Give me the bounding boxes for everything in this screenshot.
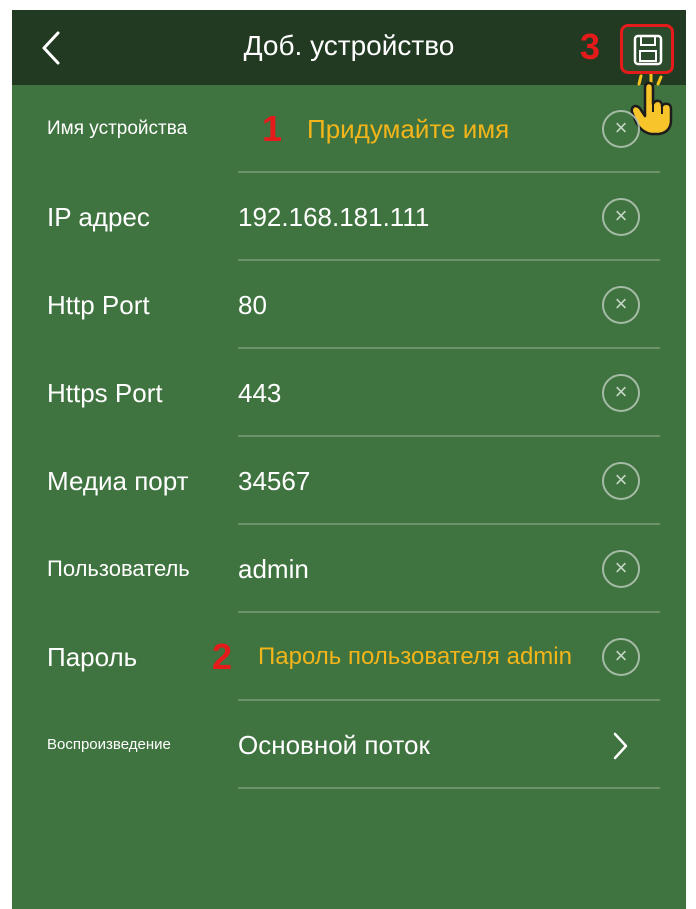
ip-address-input[interactable]: 192.168.181.111: [238, 173, 429, 261]
field-label: Http Port: [47, 290, 150, 320]
http-port-input[interactable]: 80: [238, 261, 267, 349]
media-port-input[interactable]: 34567: [238, 437, 310, 525]
field-label: IP адрес: [47, 202, 150, 232]
step-marker-1: 1: [262, 108, 283, 149]
clear-icon[interactable]: ×: [602, 198, 640, 236]
step-marker-2: 2: [212, 636, 233, 677]
clear-icon[interactable]: ×: [602, 110, 640, 148]
field-media-port[interactable]: Медиа порт 34567 ×: [12, 437, 686, 525]
username-input[interactable]: admin: [238, 525, 309, 613]
clear-icon[interactable]: ×: [602, 550, 640, 588]
header-bar: Доб. устройство 3: [12, 10, 686, 85]
playback-stream-select[interactable]: Основной поток: [238, 701, 430, 789]
clear-icon[interactable]: ×: [602, 638, 640, 676]
password-input[interactable]: Пароль пользователя admin: [258, 613, 572, 701]
field-playback-stream[interactable]: Воспроизведение Основной поток: [12, 701, 686, 789]
step-marker-3: 3: [580, 26, 601, 67]
field-label: Https Port: [47, 378, 163, 408]
field-label: Воспроизведение: [47, 736, 171, 753]
field-password[interactable]: Пароль 2 × Пароль пользователя admin: [12, 613, 686, 701]
https-port-input[interactable]: 443: [238, 349, 281, 437]
clear-icon[interactable]: ×: [602, 462, 640, 500]
field-label: Пароль: [47, 642, 138, 672]
divider: [238, 787, 660, 789]
phone-screen: Доб. устройство 3 Имя устройства 1 Приду…: [12, 10, 686, 909]
field-username[interactable]: Пользователь admin ×: [12, 525, 686, 613]
floppy-disk-icon: [633, 34, 663, 66]
field-http-port[interactable]: Http Port 80 ×: [12, 261, 686, 349]
field-label: Имя устройства: [47, 118, 188, 139]
device-name-input[interactable]: Придумайте имя: [307, 85, 509, 173]
clear-icon[interactable]: ×: [602, 374, 640, 412]
clear-icon[interactable]: ×: [602, 286, 640, 324]
field-https-port[interactable]: Https Port 443 ×: [12, 349, 686, 437]
field-ip-address[interactable]: IP адрес 192.168.181.111 ×: [12, 173, 686, 261]
field-label: Пользователь: [47, 556, 190, 581]
chevron-right-icon[interactable]: [610, 731, 630, 761]
field-label: Медиа порт: [47, 466, 189, 496]
save-button[interactable]: [620, 24, 674, 74]
field-device-name[interactable]: Имя устройства 1 Придумайте имя ×: [12, 85, 686, 173]
